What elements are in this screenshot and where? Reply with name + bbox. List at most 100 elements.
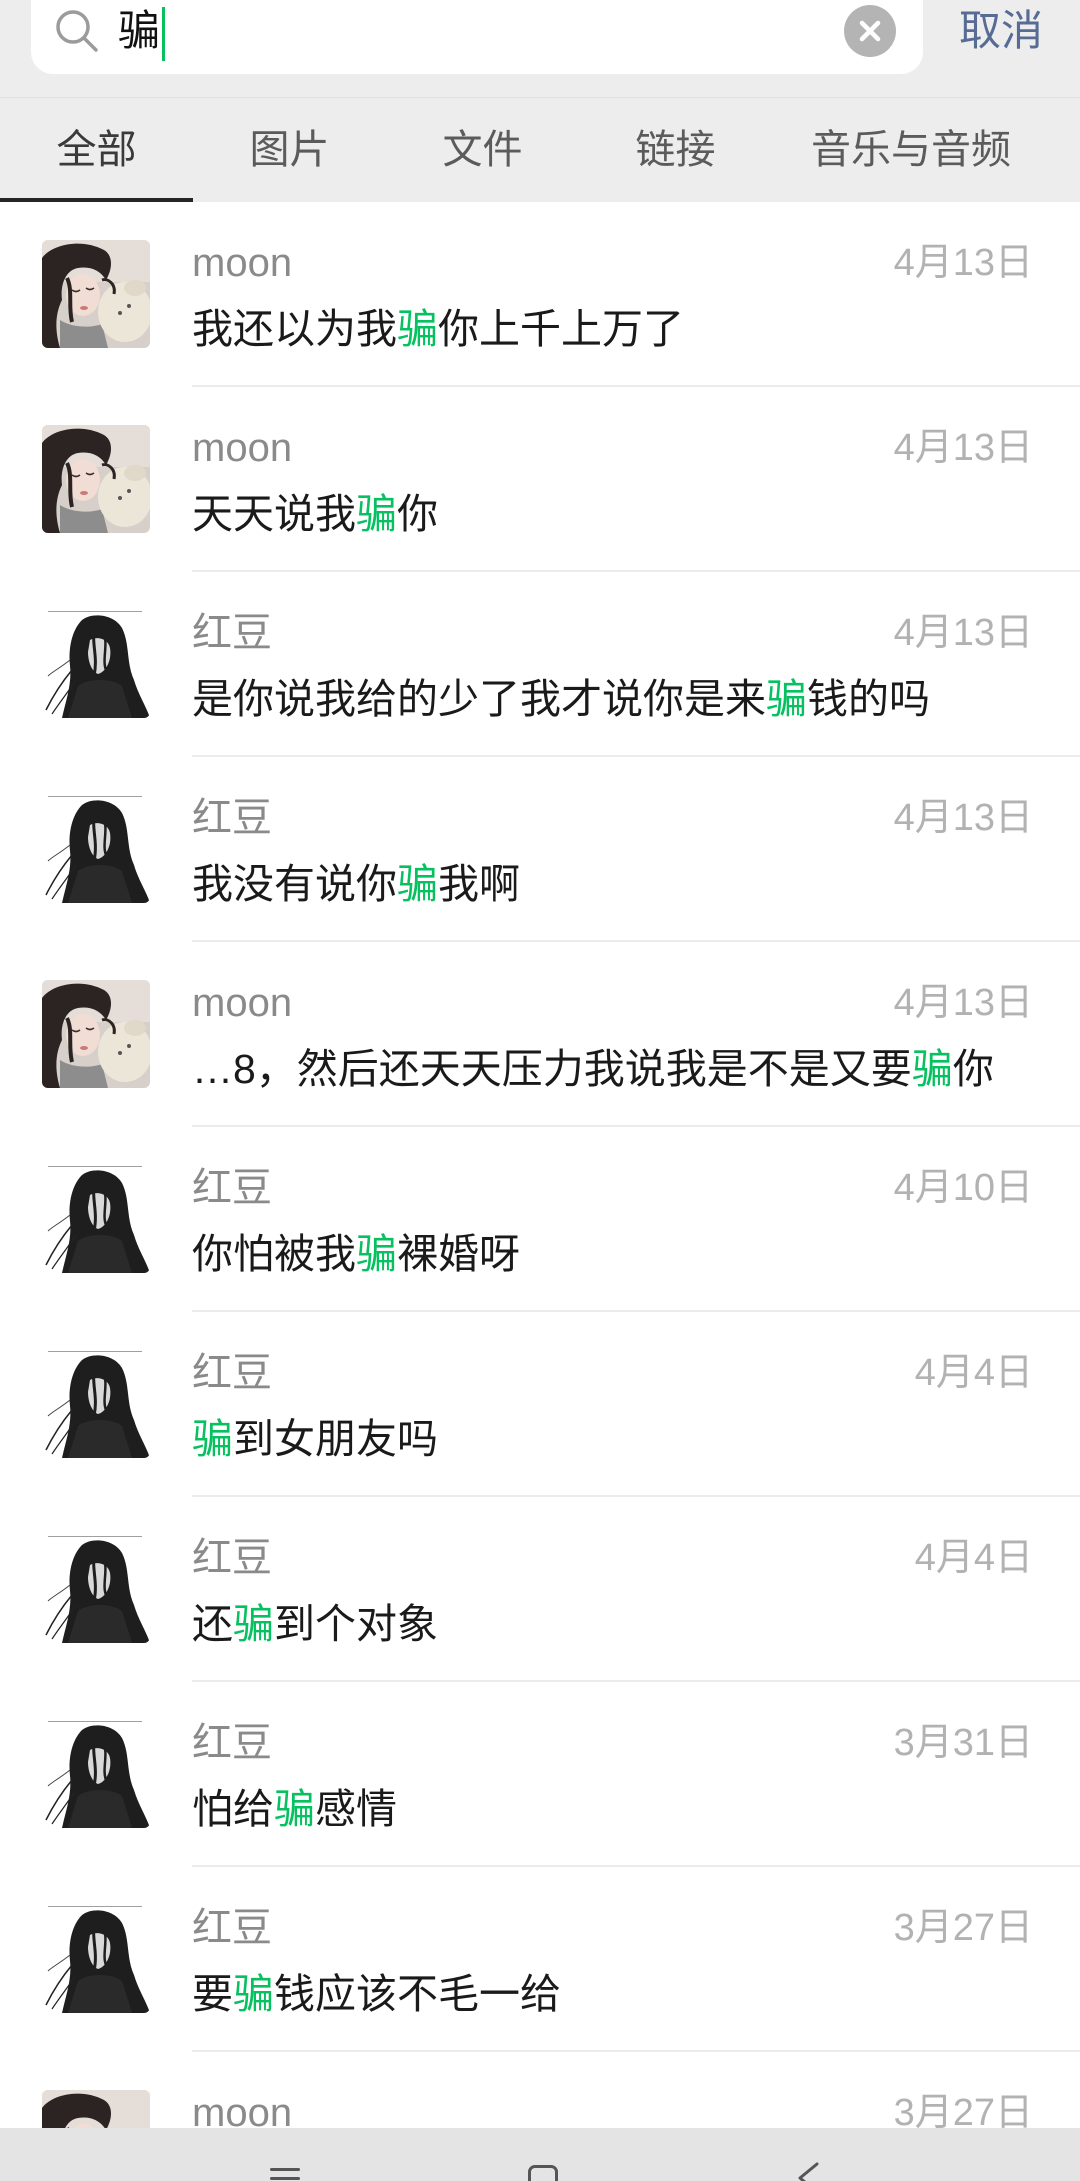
keyword-highlight: 骗 xyxy=(766,676,807,722)
keyword-highlight: 骗 xyxy=(233,1601,274,1647)
clear-button[interactable] xyxy=(844,5,896,57)
snippet-text-after: 你 xyxy=(397,491,438,537)
message-date: 4月10日 xyxy=(893,1167,1033,1209)
anime-portrait-image xyxy=(42,795,150,903)
result-item[interactable]: 红豆 3月27日 要骗钱应该不毛一给 xyxy=(0,1867,1080,2052)
sender-name: 红豆 xyxy=(192,1351,272,1395)
result-item[interactable]: 红豆 3月31日 怕给骗感情 xyxy=(0,1682,1080,1867)
tab-music-audio[interactable]: 音乐与音频 xyxy=(772,98,1050,202)
sender-name: 红豆 xyxy=(192,611,272,655)
girl-photo-image xyxy=(42,425,150,533)
message-snippet: 要骗钱应该不毛一给 xyxy=(192,1966,1040,2022)
message-date: 4月4日 xyxy=(914,1537,1033,1579)
message-date: 4月13日 xyxy=(893,797,1033,839)
sender-name: moon xyxy=(192,241,293,285)
clear-icon xyxy=(859,20,881,42)
snippet-text-after: 我啊 xyxy=(438,861,520,907)
keyword-highlight: 骗 xyxy=(397,306,438,352)
keyword-highlight: 骗 xyxy=(356,491,397,537)
system-nav-bar xyxy=(0,2128,1080,2181)
girl-photo-image xyxy=(42,240,150,348)
keyword-highlight: 骗 xyxy=(192,1416,233,1462)
message-date: 4月13日 xyxy=(893,982,1033,1024)
sender-name: 红豆 xyxy=(192,796,272,840)
sender-name: moon xyxy=(192,426,293,470)
message-date: 4月13日 xyxy=(893,427,1033,469)
anime-portrait-image xyxy=(42,1350,150,1458)
message-snippet: 骗到女朋友吗 xyxy=(192,1411,1040,1467)
menu-icon-line xyxy=(270,2177,300,2180)
tab-images[interactable]: 图片 xyxy=(193,98,386,202)
message-date: 3月27日 xyxy=(893,2092,1033,2128)
anime-portrait-avatar xyxy=(42,795,150,903)
anime-portrait-image xyxy=(42,1720,150,1828)
result-item[interactable]: 红豆 4月13日 是你说我给的少了我才说你是来骗钱的吗 xyxy=(0,572,1080,757)
keyword-highlight: 骗 xyxy=(356,1231,397,1277)
anime-portrait-image xyxy=(42,1905,150,2013)
filter-tabs: 全部 图片 文件 链接 音乐与音频 xyxy=(0,97,1080,202)
home-icon[interactable] xyxy=(528,2165,558,2181)
snippet-text-before: 怕给 xyxy=(192,1786,274,1832)
message-date: 4月13日 xyxy=(893,242,1033,284)
search-query: 骗 xyxy=(118,7,161,54)
snippet-text-after: 钱的吗 xyxy=(807,676,930,722)
anime-portrait-avatar xyxy=(42,1720,150,1828)
message-snippet: 我没有说你骗我啊 xyxy=(192,856,1040,912)
anime-portrait-avatar xyxy=(42,1535,150,1643)
result-item[interactable]: 红豆 4月10日 你怕被我骗裸婚呀 xyxy=(0,1127,1080,1312)
snippet-text-before: 还 xyxy=(192,1601,233,1647)
message-date: 3月31日 xyxy=(893,1722,1033,1764)
girl-photo-avatar xyxy=(42,2090,150,2128)
result-item[interactable]: 红豆 4月4日 还骗到个对象 xyxy=(0,1497,1080,1682)
sender-name: moon xyxy=(192,981,293,1025)
anime-portrait-avatar xyxy=(42,1350,150,1458)
back-icon[interactable] xyxy=(795,2161,821,2181)
message-snippet: …8，然后还天天压力我说我是不是又要骗你 xyxy=(192,1041,1040,1097)
anime-portrait-avatar xyxy=(42,610,150,718)
message-date: 4月4日 xyxy=(914,1352,1033,1394)
search-results-list[interactable]: moon 4月13日 我还以为我骗你上千上万了 moon 4月13日 天天说我骗… xyxy=(0,202,1080,2128)
sender-name: moon xyxy=(192,2091,293,2128)
girl-photo-avatar xyxy=(42,980,150,1088)
snippet-text-before: 你怕被我 xyxy=(192,1231,356,1277)
snippet-text-after: 到个对象 xyxy=(274,1601,438,1647)
search-box[interactable]: 骗 xyxy=(31,0,923,74)
snippet-text-after: 感情 xyxy=(315,1786,397,1832)
message-date: 4月13日 xyxy=(893,612,1033,654)
anime-portrait-image xyxy=(42,1165,150,1273)
snippet-text-before: …8，然后还天天压力我说我是不是又要 xyxy=(192,1046,912,1092)
result-item[interactable]: 红豆 4月13日 我没有说你骗我啊 xyxy=(0,757,1080,942)
snippet-text-before: 我没有说你 xyxy=(192,861,397,907)
anime-portrait-image xyxy=(42,1535,150,1643)
sender-name: 红豆 xyxy=(192,1721,272,1765)
cancel-button[interactable]: 取消 xyxy=(950,1,1052,61)
snippet-text-before: 天天说我 xyxy=(192,491,356,537)
snippet-text-after: 你 xyxy=(952,1046,994,1092)
anime-portrait-image xyxy=(42,610,150,718)
snippet-text-after: 到女朋友吗 xyxy=(233,1416,438,1462)
keyword-highlight: 骗 xyxy=(233,1971,274,2017)
keyword-highlight: 骗 xyxy=(911,1046,953,1092)
anime-portrait-avatar xyxy=(42,1165,150,1273)
search-input[interactable]: 骗 xyxy=(118,1,166,61)
keyword-highlight: 骗 xyxy=(274,1786,315,1832)
girl-photo-avatar xyxy=(42,240,150,348)
menu-icon[interactable] xyxy=(270,2168,300,2181)
girl-photo-image xyxy=(42,2090,150,2128)
message-snippet: 还骗到个对象 xyxy=(192,1596,1040,1652)
result-item[interactable]: moon 4月13日 天天说我骗你 xyxy=(0,387,1080,572)
sender-name: 红豆 xyxy=(192,1166,272,1210)
snippet-text-after: 裸婚呀 xyxy=(397,1231,520,1277)
tab-files[interactable]: 文件 xyxy=(386,98,579,202)
result-item[interactable]: moon 3月27日 xyxy=(0,2052,1080,2128)
result-item[interactable]: 红豆 4月4日 骗到女朋友吗 xyxy=(0,1312,1080,1497)
girl-photo-avatar xyxy=(42,425,150,533)
snippet-text-before: 是你说我给的少了我才说你是来 xyxy=(192,676,766,722)
menu-icon-line xyxy=(270,2168,300,2171)
sender-name: 红豆 xyxy=(192,1906,272,1950)
result-item[interactable]: moon 4月13日 我还以为我骗你上千上万了 xyxy=(0,202,1080,387)
search-header: 骗 取消 xyxy=(0,0,1080,97)
tab-all[interactable]: 全部 xyxy=(0,98,193,202)
tab-links[interactable]: 链接 xyxy=(579,98,772,202)
result-item[interactable]: moon 4月13日 …8，然后还天天压力我说我是不是又要骗你 xyxy=(0,942,1080,1127)
